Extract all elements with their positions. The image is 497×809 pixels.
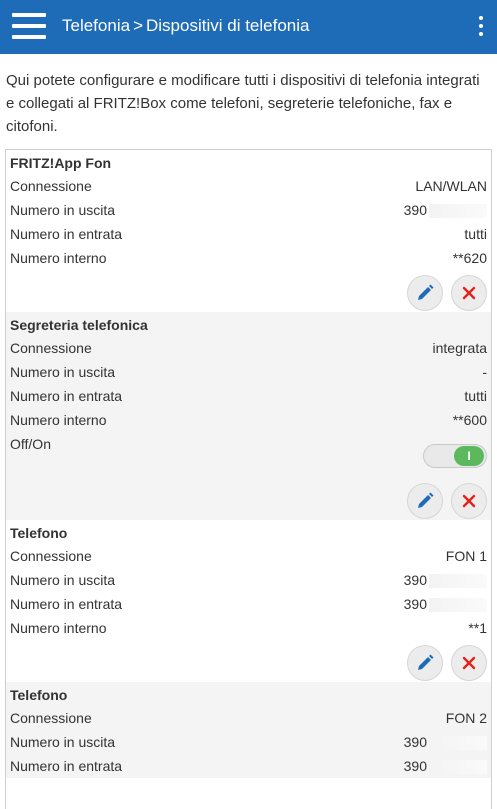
breadcrumb-telefonia[interactable]: Telefonia bbox=[62, 16, 130, 35]
device-card-telefono-1: Telefono Connessione FON 1 Numero in usci… bbox=[6, 520, 491, 682]
row-connessione: Connessione integrata bbox=[10, 336, 487, 360]
close-icon bbox=[462, 656, 476, 670]
row-numero-interno: Numero interno **600 bbox=[10, 408, 487, 432]
row-label: Connessione bbox=[10, 340, 92, 356]
masked-number bbox=[429, 760, 487, 775]
row-off-on: Off/On I bbox=[10, 432, 487, 478]
row-value: FON 2 bbox=[445, 710, 487, 726]
device-actions bbox=[10, 270, 487, 312]
device-actions bbox=[10, 478, 487, 520]
top-bar: Telefonia > Dispositivi di telefonia bbox=[0, 0, 497, 54]
row-numero-entrata: Numero in entrata tutti bbox=[10, 384, 487, 408]
row-label: Numero in uscita bbox=[10, 572, 116, 588]
row-label: Numero interno bbox=[10, 620, 107, 636]
row-value: integrata bbox=[432, 340, 487, 356]
masked-number bbox=[429, 204, 487, 219]
pencil-icon bbox=[418, 284, 434, 300]
row-label: Numero interno bbox=[10, 412, 107, 428]
row-numero-interno: Numero interno **1 bbox=[10, 616, 487, 640]
row-value-wrap: 390 bbox=[404, 198, 487, 222]
row-label: Numero in entrata bbox=[10, 758, 123, 774]
masked-number bbox=[429, 574, 487, 589]
masked-number bbox=[429, 598, 487, 613]
row-connessione: Connessione LAN/WLAN bbox=[10, 174, 487, 198]
row-label: Numero in entrata bbox=[10, 596, 123, 612]
close-icon bbox=[462, 494, 476, 508]
device-card-telefono-2: Telefono Connessione FON 2 Numero in usci… bbox=[6, 682, 491, 778]
toggle-knob: I bbox=[454, 446, 484, 466]
row-label: Numero in entrata bbox=[10, 226, 123, 242]
row-connessione: Connessione FON 2 bbox=[10, 706, 487, 730]
row-numero-entrata: Numero in entrata 390 bbox=[10, 754, 487, 778]
breadcrumb-separator: > bbox=[133, 16, 143, 35]
device-title: FRITZ!App Fon bbox=[10, 155, 112, 171]
row-value: 390 bbox=[403, 596, 427, 612]
delete-button[interactable] bbox=[451, 645, 487, 681]
row-value: tutti bbox=[464, 226, 487, 242]
masked-number bbox=[429, 736, 487, 751]
device-title: Telefono bbox=[10, 525, 68, 541]
row-label: Numero in uscita bbox=[10, 364, 116, 380]
device-title: Segreteria telefonica bbox=[10, 317, 148, 333]
device-card-segreteria: Segreteria telefonica Connessione integra… bbox=[6, 312, 491, 520]
row-label: Numero in entrata bbox=[10, 388, 123, 404]
row-value: LAN/WLAN bbox=[415, 178, 487, 194]
row-value: 390 bbox=[403, 572, 427, 588]
row-numero-entrata: Numero in entrata 390 bbox=[10, 592, 487, 616]
row-numero-uscita: Numero in uscita - bbox=[10, 360, 487, 384]
row-label: Connessione bbox=[10, 548, 92, 564]
row-numero-uscita: Numero in uscita 390 bbox=[10, 730, 487, 754]
row-value: **620 bbox=[452, 250, 487, 266]
pencil-icon bbox=[418, 654, 434, 670]
device-list: FRITZ!App Fon Connessione LAN/WLAN Numero… bbox=[5, 149, 492, 809]
row-label: Numero interno bbox=[10, 250, 107, 266]
row-label: Numero in uscita bbox=[10, 734, 116, 750]
delete-button[interactable] bbox=[451, 483, 487, 519]
close-icon bbox=[462, 286, 476, 300]
edit-button[interactable] bbox=[407, 483, 443, 519]
row-numero-uscita: Numero in uscita 390 bbox=[10, 568, 487, 592]
row-value: tutti bbox=[464, 388, 487, 404]
row-value: **1 bbox=[468, 620, 487, 636]
row-label: Connessione bbox=[10, 710, 92, 726]
toggle-label: Off/On bbox=[10, 436, 51, 452]
row-value: FON 1 bbox=[445, 548, 487, 564]
row-numero-uscita: Numero in uscita 390 bbox=[10, 198, 487, 222]
pencil-icon bbox=[418, 492, 434, 508]
hamburger-icon[interactable] bbox=[12, 11, 46, 41]
breadcrumb: Telefonia > Dispositivi di telefonia bbox=[62, 14, 309, 38]
intro-text: Qui potete configurare e modificare tutt… bbox=[6, 72, 480, 135]
row-value-wrap: 390 bbox=[404, 592, 487, 616]
row-value: **600 bbox=[452, 412, 487, 428]
row-value-wrap: 390 bbox=[404, 754, 487, 778]
device-title: Telefono bbox=[10, 687, 68, 703]
row-connessione: Connessione FON 1 bbox=[10, 544, 487, 568]
row-value-wrap: 390 bbox=[404, 568, 487, 592]
row-value: 390 bbox=[403, 734, 427, 750]
page-title: Dispositivi di telefonia bbox=[146, 16, 310, 35]
device-card-fritzapp: FRITZ!App Fon Connessione LAN/WLAN Numero… bbox=[6, 150, 491, 312]
row-value: 390 bbox=[403, 758, 427, 774]
edit-button[interactable] bbox=[407, 275, 443, 311]
row-value: 390 bbox=[403, 202, 427, 218]
device-actions bbox=[10, 640, 487, 682]
edit-button[interactable] bbox=[407, 645, 443, 681]
delete-button[interactable] bbox=[451, 275, 487, 311]
row-numero-interno: Numero interno **620 bbox=[10, 246, 487, 270]
kebab-icon[interactable] bbox=[477, 15, 485, 37]
on-off-toggle[interactable]: I bbox=[423, 444, 487, 468]
row-value-wrap: 390 bbox=[404, 730, 487, 754]
row-value: - bbox=[482, 364, 487, 380]
row-label: Connessione bbox=[10, 178, 92, 194]
row-label: Numero in uscita bbox=[10, 202, 116, 218]
row-numero-entrata: Numero in entrata tutti bbox=[10, 222, 487, 246]
